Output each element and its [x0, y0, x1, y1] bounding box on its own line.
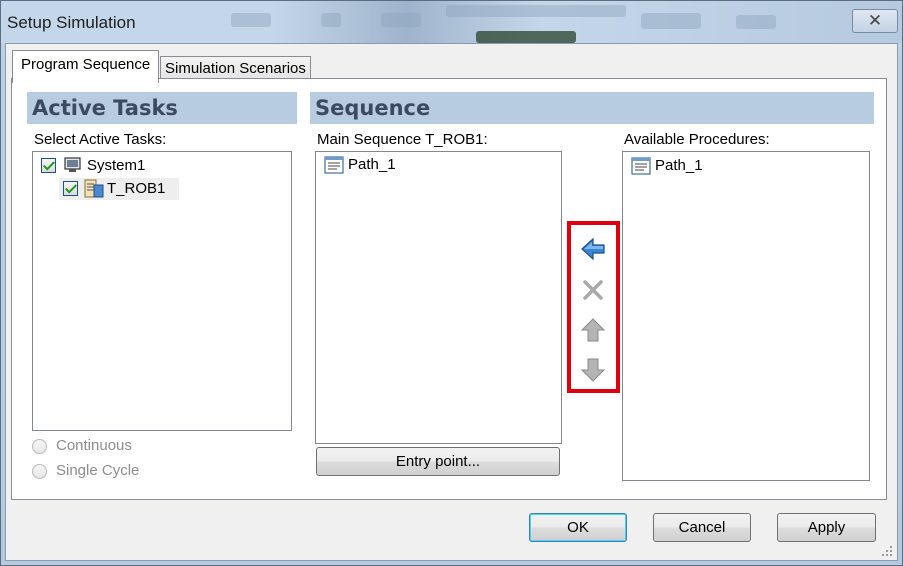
system1-label: System1 [87, 157, 146, 174]
apply-button[interactable]: Apply [777, 513, 876, 542]
available-procedures-label: Available Procedures: [624, 131, 770, 148]
ok-button[interactable]: OK [529, 513, 627, 542]
move-up-arrow-icon[interactable] [578, 315, 608, 345]
entry-point-button[interactable]: Entry point... [316, 447, 560, 476]
move-down-arrow-icon[interactable] [578, 355, 608, 385]
dialog-body: Program Sequence Simulation Scenarios Ac… [5, 43, 898, 561]
procedure-icon [631, 157, 651, 175]
select-active-tasks-label: Select Active Tasks: [34, 131, 167, 148]
cancel-button[interactable]: Cancel [653, 513, 751, 542]
add-arrow-left-icon[interactable] [578, 234, 608, 264]
list-item[interactable]: Path_1 [322, 154, 442, 176]
system1-checkbox[interactable] [41, 158, 56, 173]
tree-item-system1[interactable]: System1 [39, 155, 219, 177]
remove-x-icon[interactable] [578, 275, 608, 305]
list-item[interactable]: Path_1 [629, 155, 749, 177]
main-sequence-list[interactable]: Path_1 [315, 151, 562, 444]
t-rob1-checkbox[interactable] [63, 181, 78, 196]
available-procedure-item-label: Path_1 [655, 157, 703, 174]
title-bar[interactable]: Setup Simulation ✕ [1, 1, 902, 43]
active-tasks-tree[interactable]: System1 T_ROB1 [32, 151, 292, 431]
tree-item-t-rob1[interactable]: T_ROB1 [59, 178, 179, 200]
t-rob1-label: T_ROB1 [107, 180, 166, 197]
task-icon [83, 179, 105, 199]
procedure-icon [324, 156, 344, 174]
single-cycle-label: Single Cycle [56, 462, 140, 479]
sequence-header: Sequence [310, 92, 874, 124]
available-procedures-list[interactable]: Path_1 [622, 151, 870, 481]
close-icon: ✕ [867, 11, 883, 30]
tab-program-sequence[interactable]: Program Sequence [12, 50, 160, 83]
system-icon [63, 157, 83, 174]
close-button[interactable]: ✕ [852, 9, 898, 33]
setup-simulation-dialog: Setup Simulation ✕ Program Sequence Simu… [0, 0, 903, 566]
resize-grip-icon[interactable] [881, 544, 893, 556]
continuous-radio[interactable] [32, 439, 47, 454]
main-sequence-item-label: Path_1 [348, 156, 396, 173]
sequence-tools-highlight [567, 221, 620, 393]
continuous-label: Continuous [56, 437, 132, 454]
window-title: Setup Simulation [7, 13, 136, 32]
single-cycle-radio[interactable] [32, 464, 47, 479]
program-sequence-panel: Active Tasks Select Active Tasks: System… [11, 78, 887, 500]
active-tasks-header: Active Tasks [27, 92, 297, 124]
main-sequence-label: Main Sequence T_ROB1: [317, 131, 488, 148]
